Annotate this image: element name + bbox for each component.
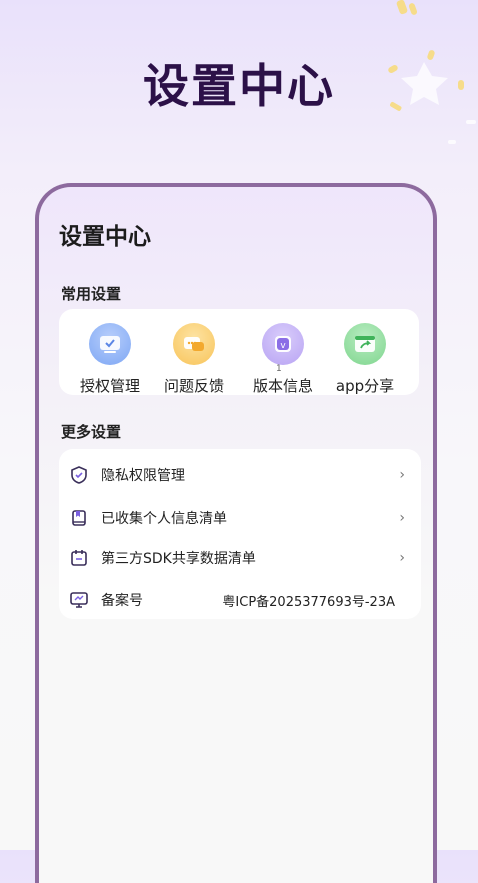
grid-label: app分享	[335, 377, 395, 395]
row-label: 隐私权限管理	[101, 468, 185, 484]
version-icon: v	[262, 323, 304, 365]
chevron-right-icon: ›	[399, 550, 405, 566]
grid-item-authorization[interactable]: 授权管理	[67, 323, 153, 396]
row-label: 已收集个人信息清单	[101, 511, 227, 527]
authorization-icon	[89, 323, 131, 365]
chevron-right-icon: ›	[399, 510, 405, 526]
common-settings-label: 常用设置	[61, 285, 122, 303]
grid-label: 问题反馈	[163, 377, 224, 395]
book-icon	[69, 508, 89, 528]
shield-icon	[69, 465, 89, 485]
row-label: 第三方SDK共享数据清单	[101, 551, 256, 567]
grid-item-feedback[interactable]: 问题反馈	[151, 323, 237, 396]
share-icon	[344, 323, 386, 365]
version-badge: 1	[276, 364, 282, 374]
list-item-privacy[interactable]: 隐私权限管理 ›	[59, 455, 421, 495]
list-item-third-party-sdk[interactable]: 第三方SDK共享数据清单 ›	[59, 538, 421, 578]
list-item-icp-record: 备案号 粤ICP备2025377693号-23A	[59, 580, 421, 620]
page-title: 设置中心	[143, 59, 335, 113]
calendar-icon	[69, 548, 89, 568]
list-item-collected-info[interactable]: 已收集个人信息清单 ›	[59, 498, 421, 538]
grid-item-version[interactable]: v 版本信息	[240, 323, 326, 396]
panel-title: 设置中心	[59, 224, 151, 250]
common-settings-card: 授权管理 问题反馈 v 版本信息 app分享	[59, 309, 419, 395]
grid-item-share[interactable]: app分享	[322, 323, 408, 396]
more-settings-card: 隐私权限管理 › 已收集个人信息清单 › 第三方SDK共享数据清单 › 备案号 …	[59, 449, 421, 619]
row-label: 备案号	[101, 593, 143, 609]
settings-panel: 设置中心 常用设置 授权管理 问题反馈 v 版本信息 app分享 更多设置 隐私…	[35, 183, 437, 883]
svg-text:v: v	[280, 341, 286, 351]
grid-label: 授权管理	[79, 377, 140, 395]
icp-number: 粤ICP备2025377693号-23A	[222, 594, 395, 610]
feedback-icon	[173, 323, 215, 365]
grid-label: 版本信息	[252, 377, 313, 395]
monitor-icon	[69, 590, 89, 610]
chevron-right-icon: ›	[399, 467, 405, 483]
more-settings-label: 更多设置	[61, 423, 122, 441]
